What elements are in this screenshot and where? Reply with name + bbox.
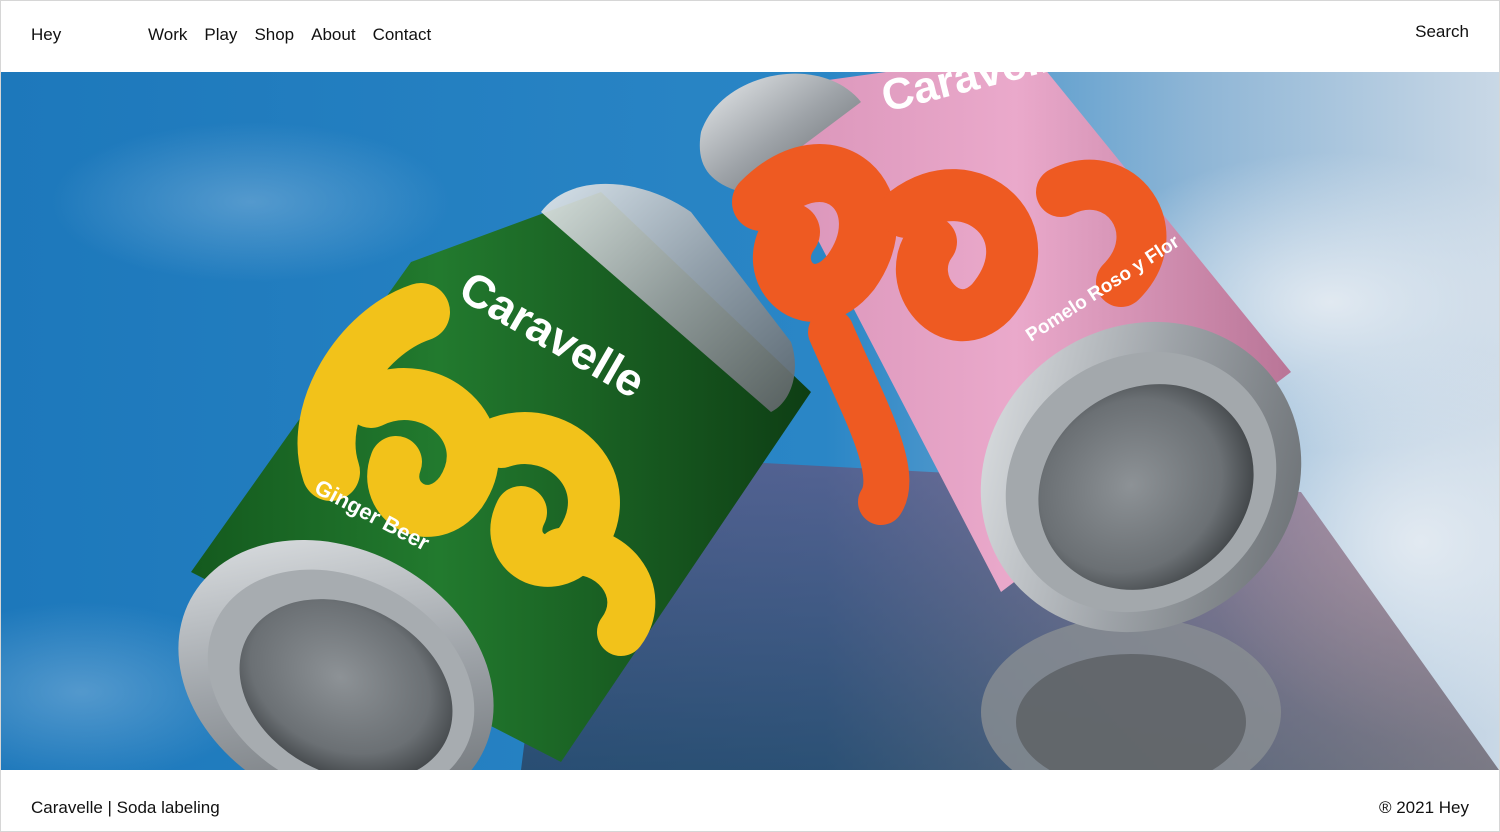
brand-link[interactable]: Hey: [31, 25, 61, 45]
nav-link-play[interactable]: Play: [204, 25, 237, 45]
soda-cans-photo: Caravelle Pomelo Roso y Flor Caravelle G…: [1, 72, 1499, 770]
hero-image[interactable]: Caravelle Pomelo Roso y Flor Caravelle G…: [1, 72, 1499, 770]
nav-link-contact[interactable]: Contact: [373, 25, 432, 45]
nav-link-about[interactable]: About: [311, 25, 355, 45]
nav-link-work[interactable]: Work: [148, 25, 187, 45]
main-nav: Work Play Shop About Contact: [148, 25, 431, 45]
project-caption: Caravelle | Soda labeling: [31, 798, 220, 817]
page-frame: Hey Work Play Shop About Contact Search: [0, 0, 1500, 832]
site-header: Hey Work Play Shop About Contact Search: [1, 1, 1499, 72]
site-footer: Caravelle | Soda labeling ® 2021 Hey: [1, 770, 1499, 831]
nav-link-shop[interactable]: Shop: [254, 25, 294, 45]
search-link[interactable]: Search: [1415, 22, 1469, 42]
copyright-notice: ® 2021 Hey: [1378, 798, 1469, 817]
